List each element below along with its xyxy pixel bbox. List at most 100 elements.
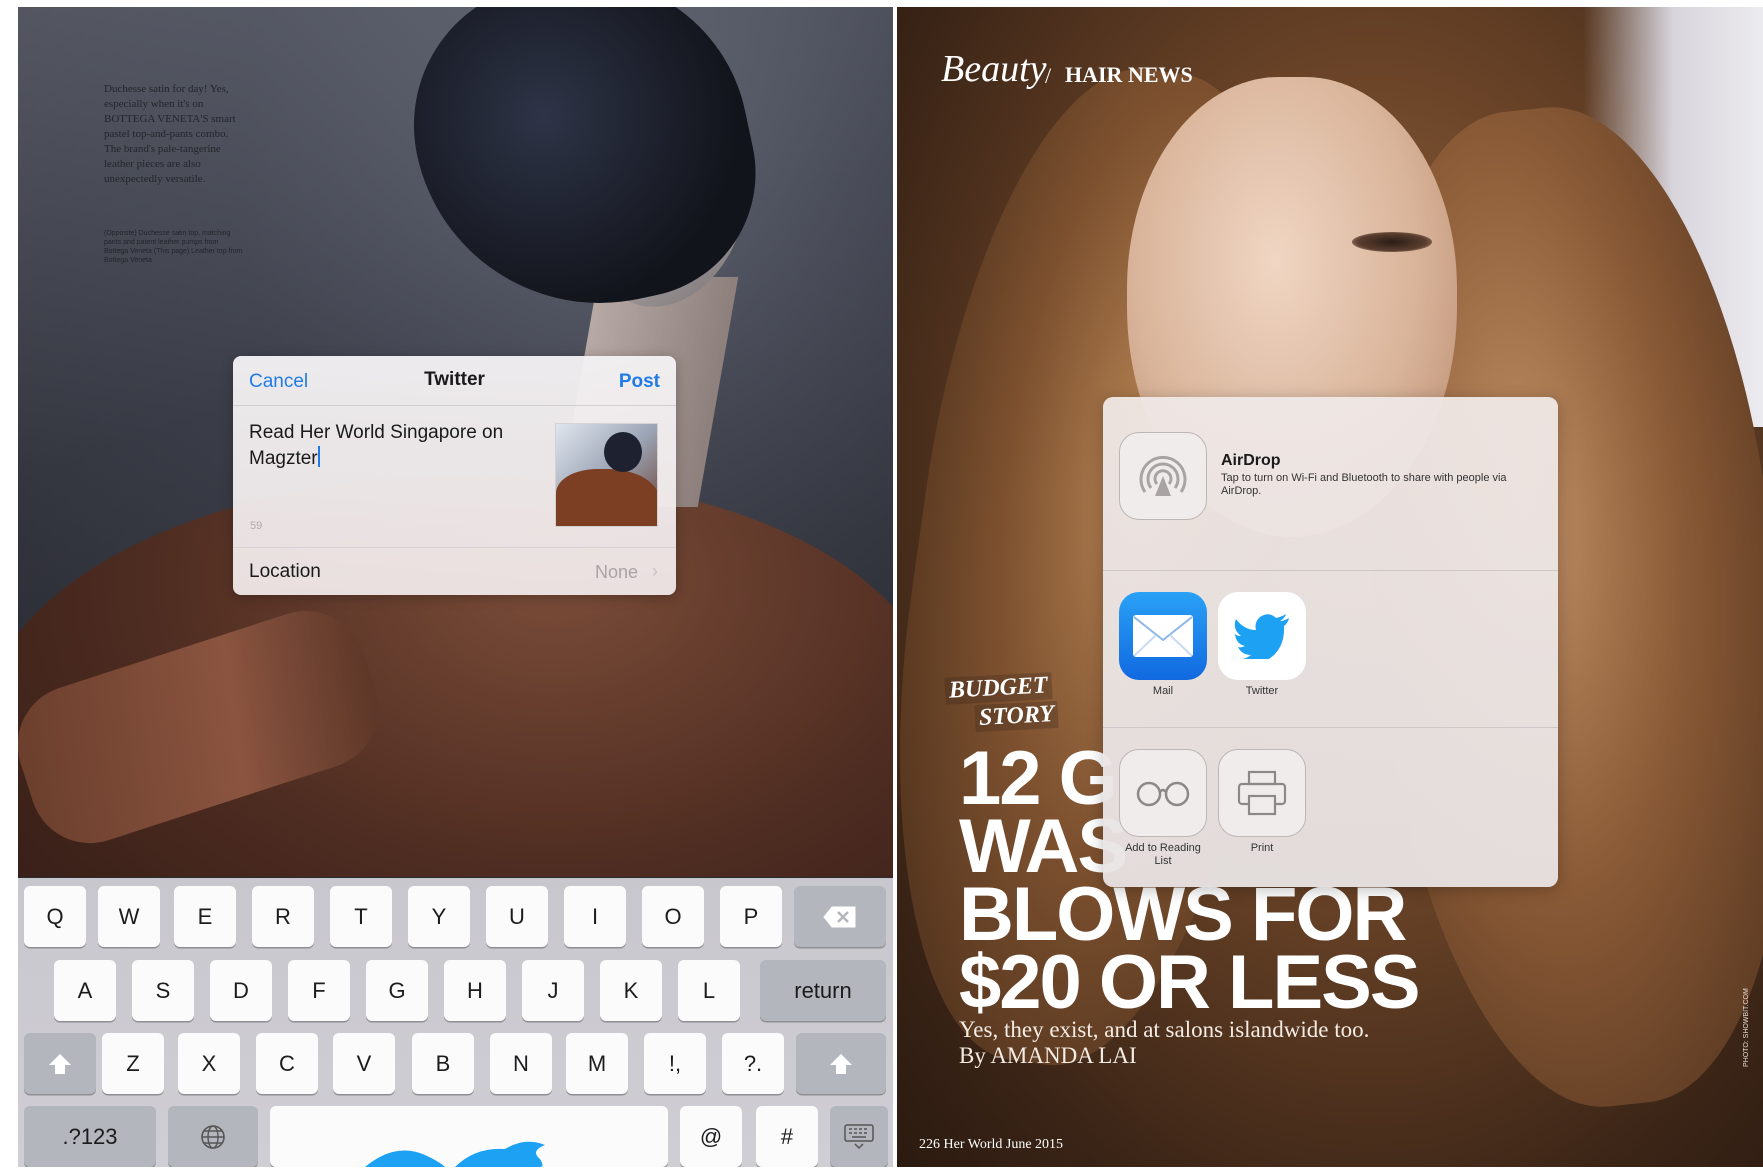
key-a[interactable]: A	[54, 960, 116, 1021]
key-label: J	[547, 977, 559, 1003]
key-label: T	[354, 903, 368, 929]
airdrop-description: Tap to turn on Wi-Fi and Bluetooth to sh…	[1221, 472, 1507, 497]
keyboard-dismiss-key[interactable]	[830, 1106, 888, 1167]
shift-icon	[830, 1053, 852, 1074]
airdrop-icon	[1119, 432, 1207, 520]
thumbnail-figure	[556, 469, 657, 526]
key-g[interactable]: G	[366, 960, 428, 1021]
share-apps-row: Mail Twitter	[1103, 572, 1558, 728]
key-label: @	[699, 1123, 723, 1149]
location-value: None	[594, 562, 638, 582]
share-action-label: Add to Reading List	[1125, 842, 1201, 867]
key-exclamation-comma[interactable]: !,	[644, 1033, 706, 1094]
mail-icon	[1119, 592, 1207, 680]
key-y[interactable]: Y	[408, 886, 470, 947]
post-button[interactable]: Post	[619, 371, 660, 393]
key-t[interactable]: T	[330, 886, 392, 947]
backspace-icon	[823, 906, 856, 927]
magazine-caption: (Opposite) Duchesse satin top, matching …	[104, 230, 243, 264]
shift-key-left[interactable]	[24, 1033, 96, 1094]
return-key[interactable]: return	[760, 960, 886, 1021]
key-p[interactable]: P	[720, 886, 782, 947]
airdrop-row[interactable]: AirDrop Tap to turn on Wi-Fi and Bluetoo…	[1103, 397, 1558, 571]
key-label: Q	[46, 903, 64, 929]
key-label: H	[467, 977, 483, 1003]
key-label: .?123	[62, 1123, 118, 1149]
key-label: return	[794, 977, 852, 1003]
key-z[interactable]: Z	[102, 1033, 164, 1094]
budget-tag-line: BUDGET	[944, 672, 1053, 705]
share-twitter-button[interactable]: Twitter	[1218, 592, 1306, 698]
key-d[interactable]: D	[210, 960, 272, 1021]
key-e[interactable]: E	[174, 886, 236, 947]
key-label: P	[743, 903, 759, 929]
key-m[interactable]: M	[566, 1033, 628, 1094]
shift-key-right[interactable]	[796, 1033, 886, 1094]
key-at[interactable]: @	[680, 1106, 742, 1167]
shift-icon	[49, 1053, 71, 1074]
numbers-key[interactable]: .?123	[24, 1106, 156, 1167]
space-bar[interactable]	[270, 1106, 668, 1167]
key-o[interactable]: O	[642, 886, 704, 947]
budget-tag-line: STORY	[974, 700, 1059, 733]
airdrop-title: AirDrop	[1221, 452, 1281, 469]
headline-line: $20 OR LESS	[959, 940, 1421, 1025]
section-title: Beauty	[941, 48, 1047, 90]
globe-key[interactable]	[168, 1106, 258, 1167]
key-n[interactable]: N	[490, 1033, 552, 1094]
key-i[interactable]: I	[564, 886, 626, 947]
key-f[interactable]: F	[288, 960, 350, 1021]
key-label: X	[201, 1050, 217, 1076]
attached-image-thumbnail[interactable]	[555, 423, 658, 527]
thumbnail-head	[604, 432, 642, 472]
article-subhead: Yes, they exist, and at salons islandwid…	[959, 1017, 1370, 1042]
key-k[interactable]: K	[600, 960, 662, 1021]
key-q[interactable]: Q	[24, 886, 86, 947]
key-label: L	[702, 977, 716, 1003]
key-label: R	[275, 903, 291, 929]
key-j[interactable]: J	[522, 960, 584, 1021]
text-cursor	[317, 446, 320, 467]
keyboard-dismiss-icon	[844, 1123, 874, 1149]
key-label: C	[279, 1050, 295, 1076]
add-to-reading-list-button[interactable]: Add to Reading List	[1119, 749, 1207, 868]
share-app-label: Twitter	[1245, 685, 1279, 697]
key-label: M	[587, 1050, 607, 1076]
key-v[interactable]: V	[333, 1033, 395, 1094]
key-c[interactable]: C	[256, 1033, 318, 1094]
share-sheet: AirDrop Tap to turn on Wi-Fi and Bluetoo…	[1103, 397, 1558, 887]
key-w[interactable]: W	[98, 886, 160, 947]
key-label: A	[77, 977, 93, 1003]
key-label: #	[780, 1123, 794, 1149]
key-label: ?.	[743, 1050, 763, 1076]
key-b[interactable]: B	[412, 1033, 474, 1094]
backspace-key[interactable]	[794, 886, 886, 947]
print-button[interactable]: Print	[1218, 749, 1306, 855]
key-x[interactable]: X	[178, 1033, 240, 1094]
tweet-text-line: Magzter	[249, 448, 318, 469]
key-u[interactable]: U	[486, 886, 548, 947]
share-mail-button[interactable]: Mail	[1119, 592, 1207, 698]
share-app-label: Mail	[1152, 685, 1174, 697]
key-label: F	[312, 977, 326, 1003]
article-byline: By AMANDA LAI	[959, 1043, 1137, 1068]
right-screenshot-panel: Beauty / HAIR NEWS BUDGET STORY 12 G WAS…	[897, 7, 1763, 1167]
key-hash[interactable]: #	[756, 1106, 818, 1167]
location-row[interactable]: Location None ›	[233, 547, 676, 595]
key-label: B	[435, 1050, 451, 1076]
key-label: G	[388, 977, 406, 1003]
key-l[interactable]: L	[678, 960, 740, 1021]
key-h[interactable]: H	[444, 960, 506, 1021]
key-s[interactable]: S	[132, 960, 194, 1021]
key-label: K	[623, 977, 639, 1003]
key-label: V	[356, 1050, 372, 1076]
tweet-text-field[interactable]: Read Her World Singapore on Magzter	[249, 420, 519, 472]
key-r[interactable]: R	[252, 886, 314, 947]
sheet-title: Twitter	[424, 369, 485, 390]
character-count: 59	[250, 520, 263, 532]
key-label: I	[591, 903, 599, 929]
globe-icon	[201, 1124, 225, 1149]
key-label: !,	[668, 1050, 682, 1076]
chevron-right-icon: ›	[652, 561, 658, 581]
key-question-period[interactable]: ?.	[722, 1033, 784, 1094]
